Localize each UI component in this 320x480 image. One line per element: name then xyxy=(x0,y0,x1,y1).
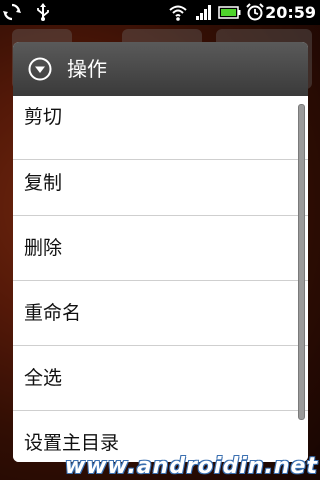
menu-list: 剪切 复制 删除 重命名 全选 设置主目录 xyxy=(13,96,308,462)
menu-item-select-all[interactable]: 全选 xyxy=(13,346,308,411)
status-bar: 20:59 xyxy=(0,0,320,25)
menu-item-copy[interactable]: 复制 xyxy=(13,151,308,216)
scrollbar[interactable] xyxy=(298,104,305,420)
dialog-title: 操作 xyxy=(67,57,107,81)
alarm-icon xyxy=(246,3,264,21)
wifi-icon xyxy=(169,5,187,21)
status-time: 20:59 xyxy=(265,3,316,22)
menu-item-label: 重命名 xyxy=(24,302,82,324)
menu-item-label: 剪切 xyxy=(24,106,63,128)
signal-icon xyxy=(196,5,211,20)
dialog-header: 操作 xyxy=(13,42,308,97)
menu-item-label: 复制 xyxy=(24,172,63,194)
menu-item-label: 删除 xyxy=(24,237,63,259)
screen: 20:59 操作 剪切 复制 删除 重命名 全选 设置主目录 www.andro… xyxy=(0,0,320,480)
menu-item-rename[interactable]: 重命名 xyxy=(13,281,308,346)
usb-icon xyxy=(37,3,49,21)
circle-chevron-down-icon xyxy=(28,57,52,81)
menu-item-delete[interactable]: 删除 xyxy=(13,216,308,281)
battery-icon xyxy=(218,6,241,19)
context-menu-dialog: 操作 剪切 复制 删除 重命名 全选 设置主目录 xyxy=(13,42,308,462)
sync-icon xyxy=(3,3,21,21)
menu-item-label: 全选 xyxy=(24,367,63,389)
watermark: www.androidin.net xyxy=(64,454,318,479)
